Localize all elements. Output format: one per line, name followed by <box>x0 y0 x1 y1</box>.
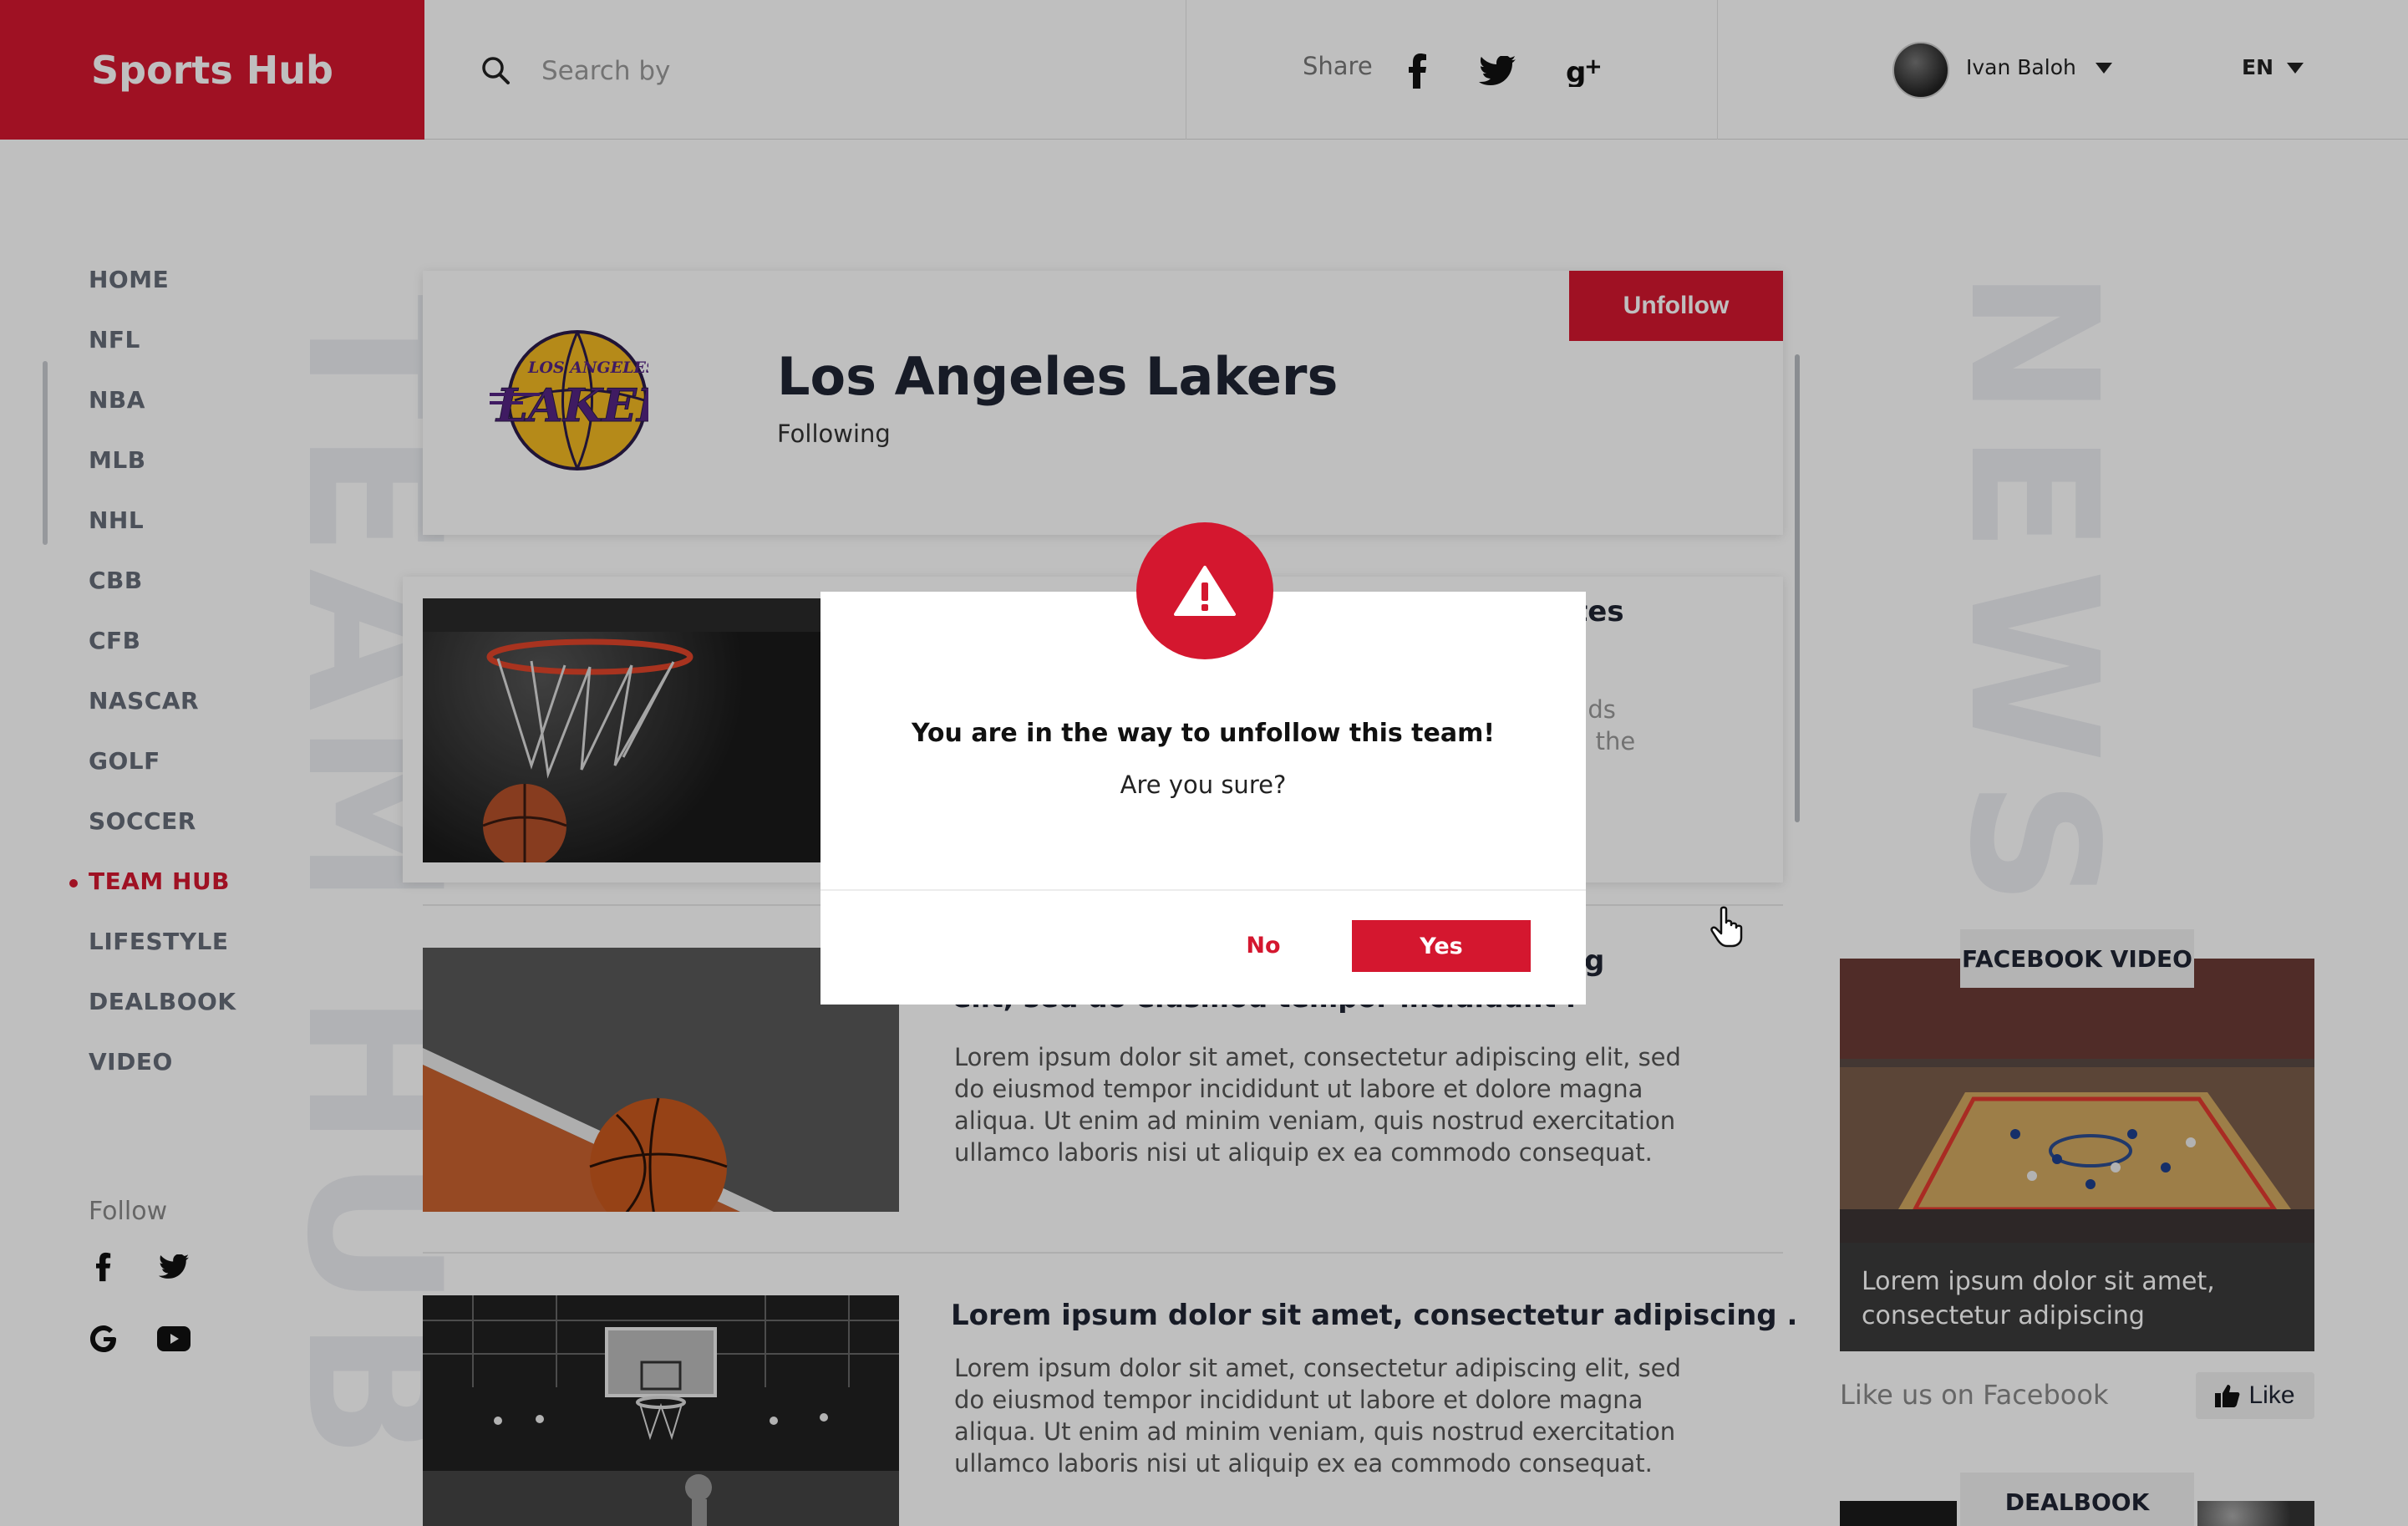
no-button[interactable]: No <box>1213 920 1313 970</box>
dialog-title: You are in the way to unfollow this team… <box>911 719 1496 748</box>
hand-cursor-icon <box>1710 906 1743 948</box>
dialog-subtitle: Are you sure? <box>1120 771 1287 799</box>
dialog-divider <box>820 889 1586 891</box>
page: Sports Hub Share g + Ivan Baloh EN H <box>0 0 2408 1526</box>
warning-icon <box>1136 522 1273 659</box>
yes-button[interactable]: Yes <box>1352 920 1531 972</box>
